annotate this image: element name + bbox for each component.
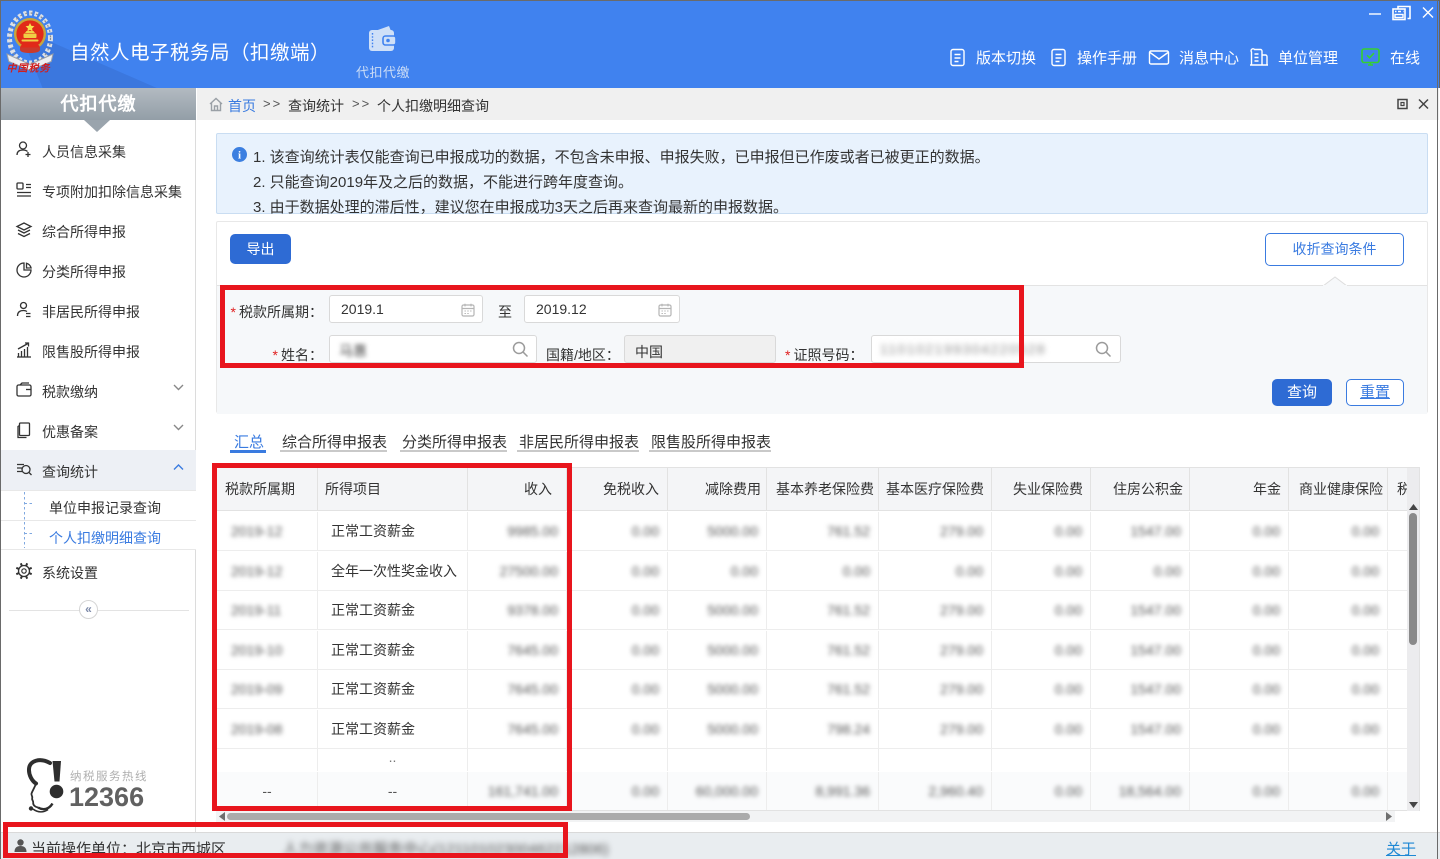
svg-text:i: i [238,150,241,162]
svg-text:中国税务: 中国税务 [7,63,52,75]
